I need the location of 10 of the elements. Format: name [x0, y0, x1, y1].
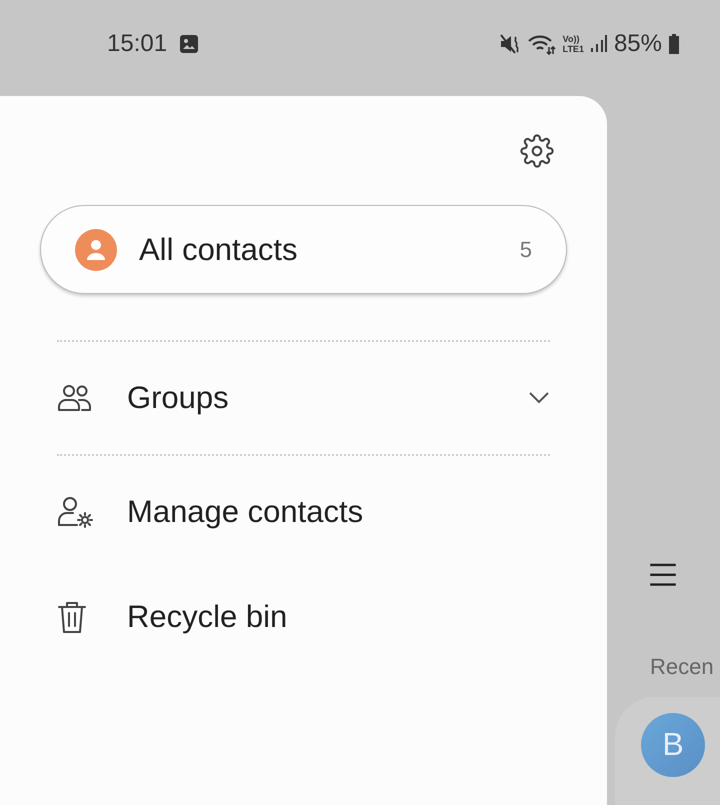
contact-count: 5	[520, 236, 532, 262]
section-title: Recen	[650, 654, 714, 680]
drawer-item[interactable]: Manage contacts	[40, 456, 567, 568]
clock-time: 15:01	[107, 30, 168, 58]
volte-label: Vo))	[562, 34, 580, 44]
lte-label: LTE1	[562, 44, 584, 54]
drawer-item[interactable]: Recycle bin	[40, 568, 567, 665]
battery-percent: 85%	[614, 30, 662, 58]
drawer-item[interactable]: Groups	[40, 342, 567, 454]
all-contacts-item[interactable]: All contacts 5	[40, 205, 567, 294]
